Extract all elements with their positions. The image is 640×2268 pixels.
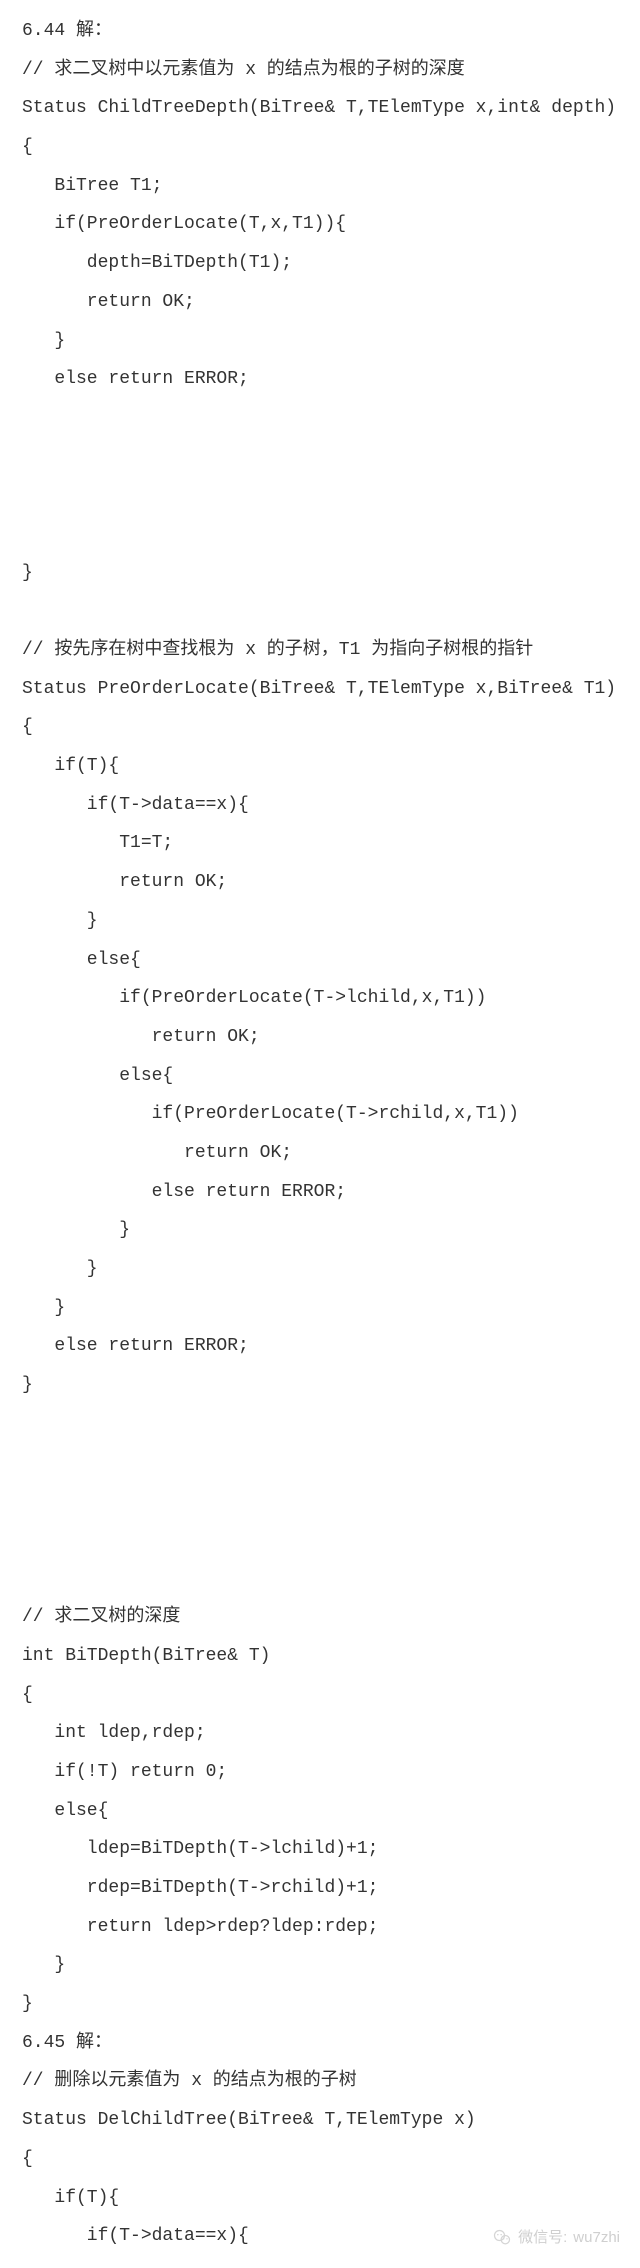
code-line: } xyxy=(22,1946,618,1985)
code-line: else{ xyxy=(22,941,618,980)
watermark-label: 微信号: xyxy=(518,2222,567,2254)
code-line: } xyxy=(22,902,618,941)
code-line: { xyxy=(22,708,618,747)
code-line xyxy=(22,1405,618,1444)
code-line: return OK; xyxy=(22,1018,618,1057)
code-line xyxy=(22,1443,618,1482)
code-line: { xyxy=(22,1676,618,1715)
code-line: if(PreOrderLocate(T->rchild,x,T1)) xyxy=(22,1095,618,1134)
code-line: else{ xyxy=(22,1057,618,1096)
code-line: 6.44 解： xyxy=(22,12,618,51)
code-line: } xyxy=(22,322,618,361)
code-line: } xyxy=(22,1289,618,1328)
code-line: T1=T; xyxy=(22,824,618,863)
code-line: else{ xyxy=(22,1792,618,1831)
code-line: if(PreOrderLocate(T->lchild,x,T1)) xyxy=(22,979,618,1018)
code-line: Status ChildTreeDepth(BiTree& T,TElemTyp… xyxy=(22,89,618,128)
code-line: else return ERROR; xyxy=(22,360,618,399)
code-line: else return ERROR; xyxy=(22,1173,618,1212)
code-line: } xyxy=(22,554,618,593)
code-line: return ldep>rdep?ldep:rdep; xyxy=(22,1908,618,1947)
code-line xyxy=(22,1560,618,1599)
code-line: } xyxy=(22,1250,618,1289)
code-line xyxy=(22,399,618,438)
code-line: // 求二叉树的深度 xyxy=(22,1598,618,1637)
code-line xyxy=(22,1521,618,1560)
code-line: { xyxy=(22,2140,618,2179)
code-line: } xyxy=(22,1985,618,2024)
code-line: if(PreOrderLocate(T,x,T1)){ xyxy=(22,205,618,244)
code-line xyxy=(22,515,618,554)
code-line: if(T){ xyxy=(22,2179,618,2218)
code-line: return OK; xyxy=(22,1134,618,1173)
code-line: Status PreOrderLocate(BiTree& T,TElemTyp… xyxy=(22,670,618,709)
code-block: 6.44 解：// 求二叉树中以元素值为 x 的结点为根的子树的深度Status… xyxy=(22,12,618,2256)
code-line: ldep=BiTDepth(T->lchild)+1; xyxy=(22,1830,618,1869)
code-line: BiTree T1; xyxy=(22,167,618,206)
code-line: if(T->data==x){ xyxy=(22,786,618,825)
code-line: if(T){ xyxy=(22,747,618,786)
code-line: Status DelChildTree(BiTree& T,TElemType … xyxy=(22,2101,618,2140)
code-line: return OK; xyxy=(22,863,618,902)
code-line: rdep=BiTDepth(T->rchild)+1; xyxy=(22,1869,618,1908)
code-line: } xyxy=(22,1366,618,1405)
code-line xyxy=(22,592,618,631)
code-line: depth=BiTDepth(T1); xyxy=(22,244,618,283)
code-line xyxy=(22,438,618,477)
code-line xyxy=(22,1482,618,1521)
wechat-icon xyxy=(492,2228,512,2248)
code-line: // 求二叉树中以元素值为 x 的结点为根的子树的深度 xyxy=(22,51,618,90)
code-line: // 删除以元素值为 x 的结点为根的子树 xyxy=(22,2062,618,2101)
code-line xyxy=(22,476,618,515)
code-line: int ldep,rdep; xyxy=(22,1714,618,1753)
code-line: 6.45 解： xyxy=(22,2024,618,2063)
code-line: { xyxy=(22,128,618,167)
code-line: else return ERROR; xyxy=(22,1327,618,1366)
watermark: 微信号: wu7zhi xyxy=(492,2222,620,2254)
watermark-id: wu7zhi xyxy=(573,2222,620,2254)
code-line: if(!T) return 0; xyxy=(22,1753,618,1792)
code-line: // 按先序在树中查找根为 x 的子树，T1 为指向子树根的指针 xyxy=(22,631,618,670)
code-line: return OK; xyxy=(22,283,618,322)
code-line: int BiTDepth(BiTree& T) xyxy=(22,1637,618,1676)
code-line: } xyxy=(22,1211,618,1250)
